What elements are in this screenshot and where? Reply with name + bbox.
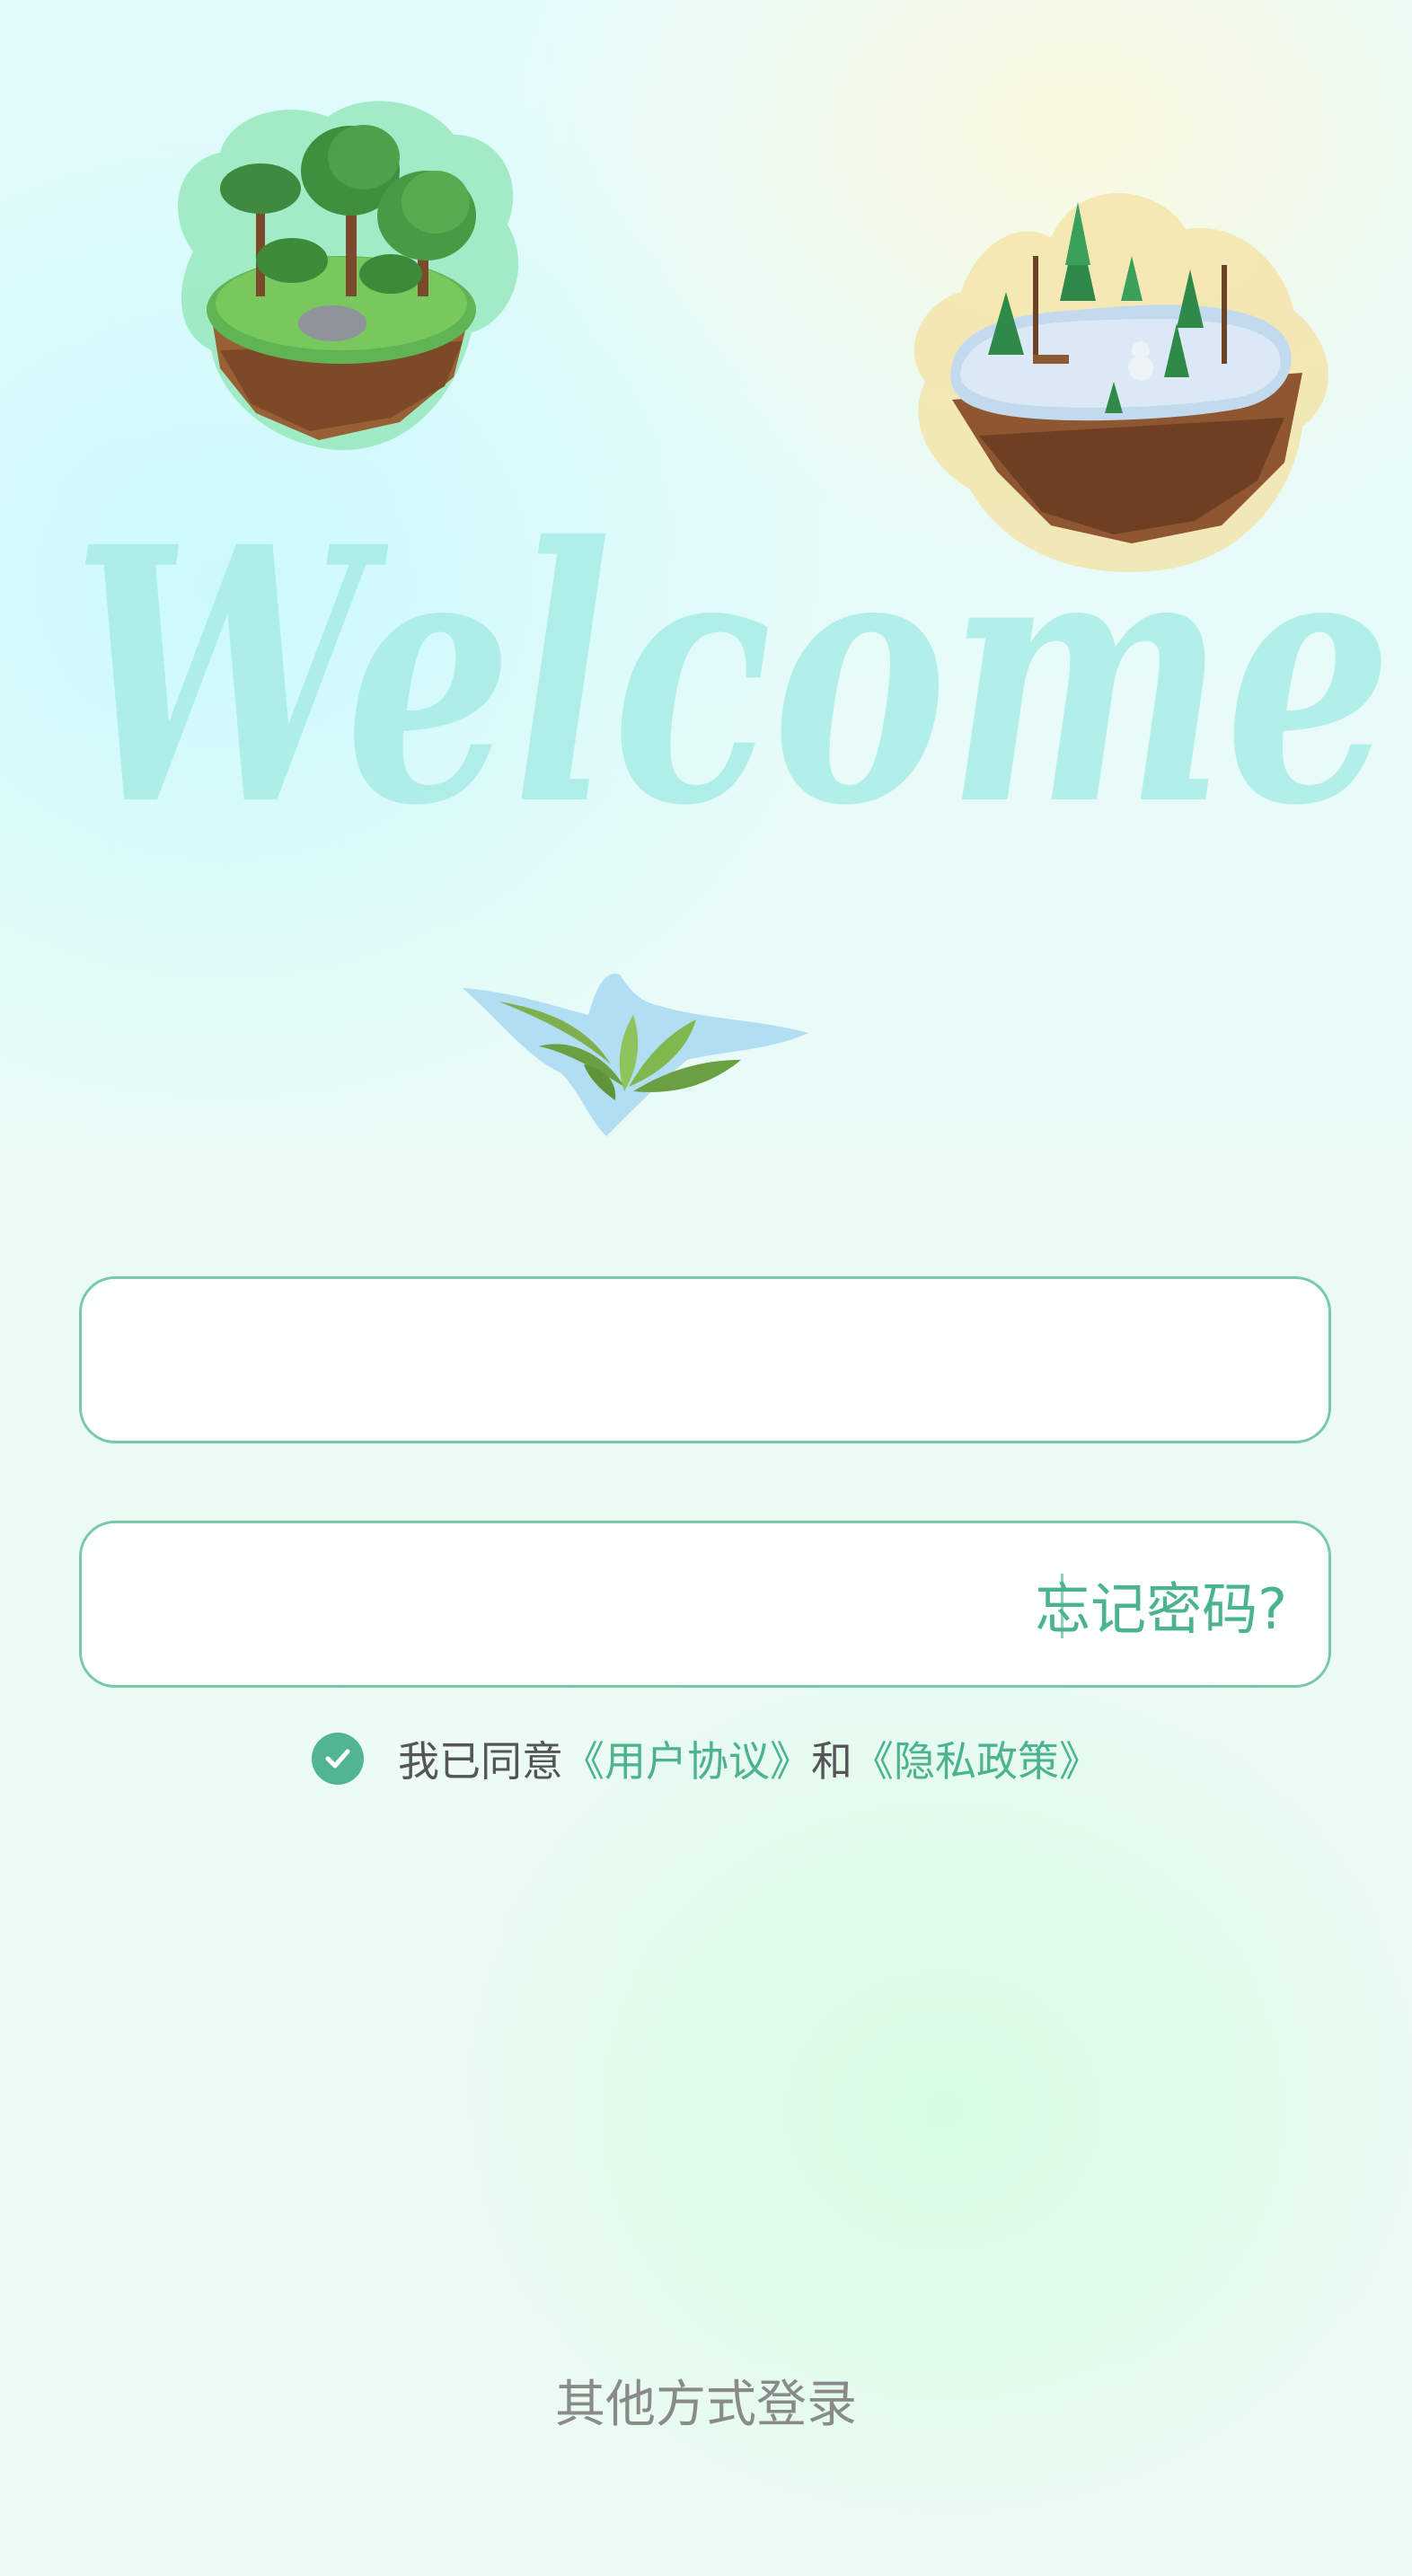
account-input-box[interactable] [79,1276,1331,1443]
welcome-title: Welcome [72,503,1392,880]
other-login-link[interactable]: 其他方式登录 [0,2364,1412,2437]
agreement-and: 和 [811,1737,852,1786]
forest-island-illustration [178,101,519,451]
agreement-checkbox[interactable] [312,1733,364,1785]
password-input-box[interactable]: 忘记密码? [79,1521,1331,1688]
user-agreement-link[interactable]: 《用户协议》 [563,1729,811,1788]
plant-illustration [463,974,808,1136]
agreement-prefix: 我已同意 [398,1737,563,1786]
check-icon [325,1749,350,1769]
privacy-policy-link[interactable]: 《隐私政策》 [852,1729,1100,1788]
account-input[interactable] [127,1279,1289,1442]
forgot-password-link[interactable]: 忘记密码? [1035,1523,1287,1685]
password-input[interactable] [127,1523,993,1687]
agreement-row: 我已同意 《用户协议》 和 《隐私政策》 [0,1725,1412,1793]
welcome-text: Welcome [72,503,1392,880]
